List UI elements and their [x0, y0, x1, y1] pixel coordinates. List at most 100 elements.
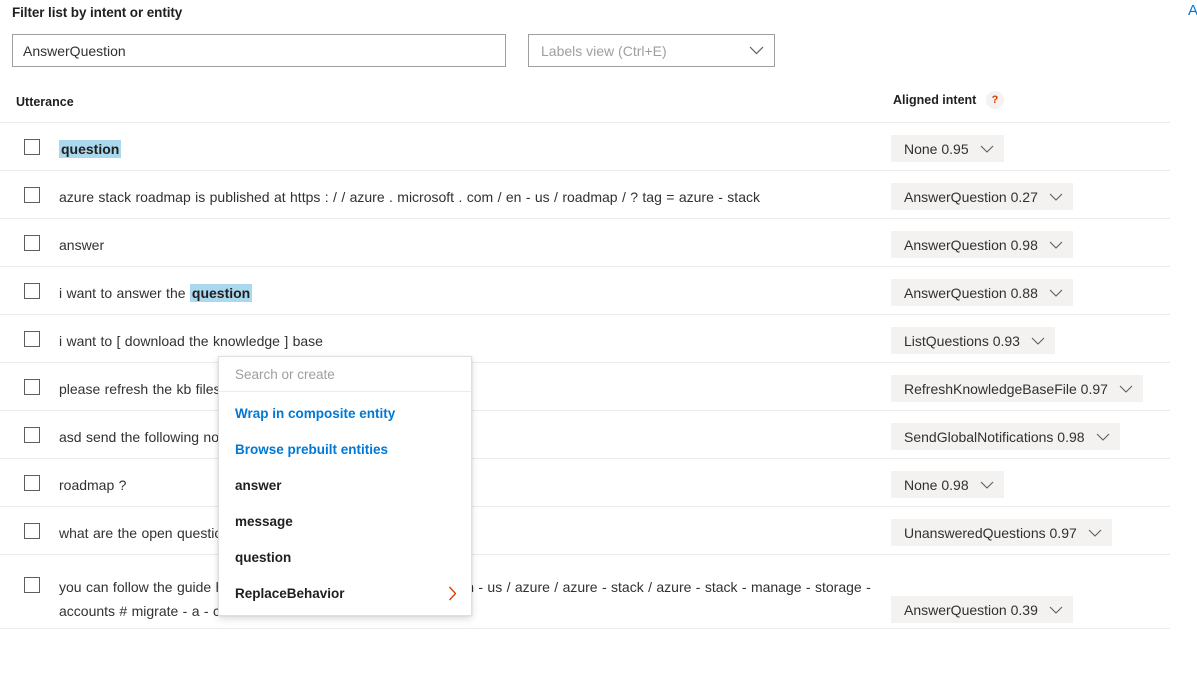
chevron-down-icon	[1119, 385, 1133, 393]
column-header-utterance: Utterance	[16, 95, 74, 109]
utterance-text[interactable]: question	[59, 137, 889, 161]
utterance-segment: roadmap ?	[59, 477, 127, 493]
table-row[interactable]: i want to [ download the knowledge ] bas…	[0, 315, 1170, 363]
utterance-segment: please refresh the kb files	[59, 381, 221, 397]
table-row[interactable]: answer AnswerQuestion 0.98	[0, 219, 1170, 267]
chevron-down-icon	[749, 46, 764, 55]
table-row[interactable]: question None 0.95	[0, 123, 1170, 171]
entity-label[interactable]: question	[59, 140, 122, 158]
chevron-down-icon	[980, 145, 994, 153]
table-row[interactable]: roadmap ? None 0.98	[0, 459, 1170, 507]
corner-letter: A	[1188, 2, 1197, 19]
entity-menu-item[interactable]: message	[219, 503, 471, 539]
entity-menu-item-label: message	[235, 513, 293, 529]
entity-menu-item[interactable]: ReplaceBehavior	[219, 575, 471, 611]
chevron-down-icon	[1031, 337, 1045, 345]
row-checkbox[interactable]	[24, 379, 40, 395]
aligned-intent-label: AnswerQuestion 0.39	[904, 601, 1038, 618]
aligned-intent-cell: ListQuestions 0.93	[891, 327, 1055, 354]
row-checkbox[interactable]	[24, 187, 40, 203]
aligned-intent-label: AnswerQuestion 0.27	[904, 188, 1038, 205]
chevron-down-icon	[1049, 241, 1063, 249]
entity-menu-item-label: Wrap in composite entity	[235, 405, 396, 421]
aligned-intent-cell: SendGlobalNotifications 0.98	[891, 423, 1120, 450]
aligned-intent-dropdown[interactable]: AnswerQuestion 0.98	[891, 231, 1073, 258]
chevron-down-icon	[1049, 606, 1063, 614]
filter-input[interactable]	[12, 34, 506, 67]
utterance-segment: i want to answer the	[59, 285, 190, 301]
utterance-text[interactable]: i want to answer the question	[59, 281, 889, 305]
aligned-intent-dropdown[interactable]: None 0.98	[891, 471, 1004, 498]
aligned-intent-label: ListQuestions 0.93	[904, 332, 1020, 349]
aligned-intent-label: RefreshKnowledgeBaseFile 0.97	[904, 380, 1108, 397]
aligned-intent-dropdown[interactable]: AnswerQuestion 0.88	[891, 279, 1073, 306]
aligned-intent-dropdown[interactable]: ListQuestions 0.93	[891, 327, 1055, 354]
aligned-intent-label: UnansweredQuestions 0.97	[904, 524, 1077, 541]
row-checkbox[interactable]	[24, 331, 40, 347]
entity-context-menu[interactable]: Wrap in composite entity Browse prebuilt …	[218, 356, 472, 616]
labels-view-label: Labels view (Ctrl+E)	[541, 42, 667, 59]
table-row[interactable]: i want to answer the question AnswerQuest…	[0, 267, 1170, 315]
table-row[interactable]: you can follow the guide here https : / …	[0, 555, 1170, 629]
aligned-intent-cell: None 0.95	[891, 135, 1004, 162]
utterance-text[interactable]: azure stack roadmap is published at http…	[59, 185, 889, 209]
entity-label[interactable]: question	[189, 284, 253, 302]
entity-menu-item-label: question	[235, 549, 292, 565]
aligned-intent-cell: UnansweredQuestions 0.97	[891, 519, 1112, 546]
utterance-segment: answer	[59, 237, 105, 253]
entity-menu-item[interactable]: question	[219, 539, 471, 575]
entity-menu-item-label: answer	[235, 477, 282, 493]
utterance-text[interactable]: please refresh the kb files	[59, 377, 889, 401]
table-row[interactable]: azure stack roadmap is published at http…	[0, 171, 1170, 219]
aligned-intent-cell: RefreshKnowledgeBaseFile 0.97	[891, 375, 1143, 402]
chevron-down-icon	[1088, 529, 1102, 537]
row-checkbox[interactable]	[24, 283, 40, 299]
row-checkbox[interactable]	[24, 427, 40, 443]
chevron-right-icon	[448, 586, 457, 601]
search-or-create-input[interactable]	[219, 357, 471, 392]
utterance-text[interactable]: i want to [ download the knowledge ] bas…	[59, 329, 889, 353]
aligned-intent-dropdown[interactable]: SendGlobalNotifications 0.98	[891, 423, 1120, 450]
entity-menu-item[interactable]: answer	[219, 467, 471, 503]
utterance-text[interactable]: you can follow the guide here https : / …	[59, 575, 889, 623]
aligned-intent-dropdown[interactable]: UnansweredQuestions 0.97	[891, 519, 1112, 546]
chevron-down-icon	[980, 481, 994, 489]
aligned-intent-cell: AnswerQuestion 0.27	[891, 183, 1073, 210]
column-header-aligned-intent: Aligned intent	[893, 93, 977, 107]
aligned-intent-cell: AnswerQuestion 0.39	[891, 596, 1073, 623]
utterance-text[interactable]: roadmap ?	[59, 473, 889, 497]
row-checkbox[interactable]	[24, 235, 40, 251]
row-checkbox[interactable]	[24, 139, 40, 155]
utterance-text[interactable]: answer	[59, 233, 889, 257]
row-checkbox[interactable]	[24, 523, 40, 539]
entity-menu-item[interactable]: Wrap in composite entity	[219, 395, 471, 431]
utterance-segment: what are the open questions	[59, 525, 237, 541]
filter-title: Filter list by intent or entity	[12, 5, 183, 20]
aligned-intent-label: None 0.95	[904, 140, 969, 157]
entity-menu-item[interactable]: Browse prebuilt entities	[219, 431, 471, 467]
aligned-intent-dropdown[interactable]: AnswerQuestion 0.39	[891, 596, 1073, 623]
chevron-down-icon	[1049, 193, 1063, 201]
aligned-intent-label: SendGlobalNotifications 0.98	[904, 428, 1085, 445]
entity-menu-item-label: ReplaceBehavior	[235, 585, 345, 601]
aligned-intent-dropdown[interactable]: None 0.95	[891, 135, 1004, 162]
entity-menu-item-label: Browse prebuilt entities	[235, 441, 389, 457]
help-icon[interactable]: ?	[986, 91, 1004, 109]
row-checkbox[interactable]	[24, 577, 40, 593]
chevron-down-icon	[1096, 433, 1110, 441]
aligned-intent-cell: AnswerQuestion 0.98	[891, 231, 1073, 258]
aligned-intent-dropdown[interactable]: AnswerQuestion 0.27	[891, 183, 1073, 210]
aligned-intent-cell: None 0.98	[891, 471, 1004, 498]
chevron-down-icon	[1049, 289, 1063, 297]
table-row[interactable]: what are the open questions UnansweredQue…	[0, 507, 1170, 555]
table-row[interactable]: asd send the following notification SendG…	[0, 411, 1170, 459]
table-row[interactable]: please refresh the kb files RefreshKnowle…	[0, 363, 1170, 411]
aligned-intent-dropdown[interactable]: RefreshKnowledgeBaseFile 0.97	[891, 375, 1143, 402]
utterance-text[interactable]: asd send the following notification	[59, 425, 889, 449]
row-checkbox[interactable]	[24, 475, 40, 491]
aligned-intent-cell: AnswerQuestion 0.88	[891, 279, 1073, 306]
aligned-intent-label: AnswerQuestion 0.98	[904, 236, 1038, 253]
labels-view-dropdown[interactable]: Labels view (Ctrl+E)	[528, 34, 775, 67]
utterance-text[interactable]: what are the open questions	[59, 521, 889, 545]
table-header: Utterance Aligned intent ?	[0, 90, 1170, 123]
